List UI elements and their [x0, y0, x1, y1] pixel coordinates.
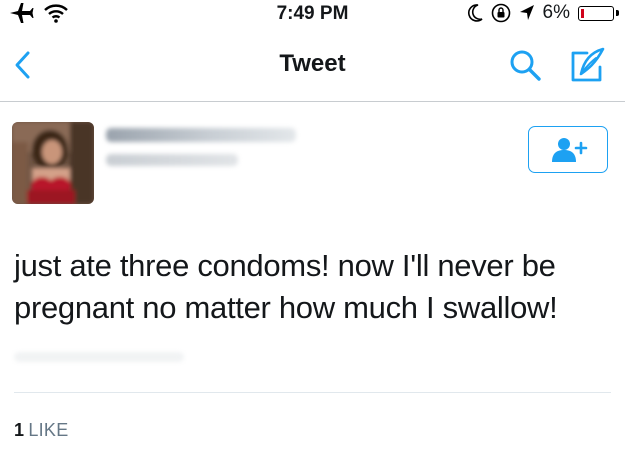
tweet-timestamp-redacted	[14, 352, 184, 362]
compose-button[interactable]	[570, 47, 608, 83]
search-button[interactable]	[508, 48, 542, 82]
status-bar: 7:49 PM 6%	[0, 0, 625, 28]
display-name-redacted	[106, 128, 296, 142]
status-bar-right: 6%	[467, 2, 619, 24]
battery-level	[581, 8, 584, 18]
username-redacted	[106, 154, 238, 166]
like-count-number: 1	[14, 420, 25, 440]
like-count[interactable]: 1 LIKE	[14, 420, 69, 441]
battery-tip	[616, 10, 619, 16]
like-label: LIKE	[28, 420, 69, 440]
battery-percent: 6%	[542, 2, 570, 23]
nav-bar: Tweet	[0, 28, 625, 102]
orientation-lock-icon	[491, 3, 510, 23]
avatar[interactable]	[12, 122, 94, 204]
battery-icon	[578, 5, 614, 21]
compose-icon	[571, 47, 605, 82]
avatar-image	[12, 122, 94, 204]
location-icon	[519, 5, 534, 20]
search-icon	[510, 50, 541, 81]
follow-button[interactable]	[528, 126, 608, 173]
moon-icon	[467, 4, 483, 22]
divider	[14, 392, 611, 393]
follow-person-icon	[552, 137, 588, 162]
tweet-text: just ate three condoms! now I'll never b…	[14, 248, 558, 325]
